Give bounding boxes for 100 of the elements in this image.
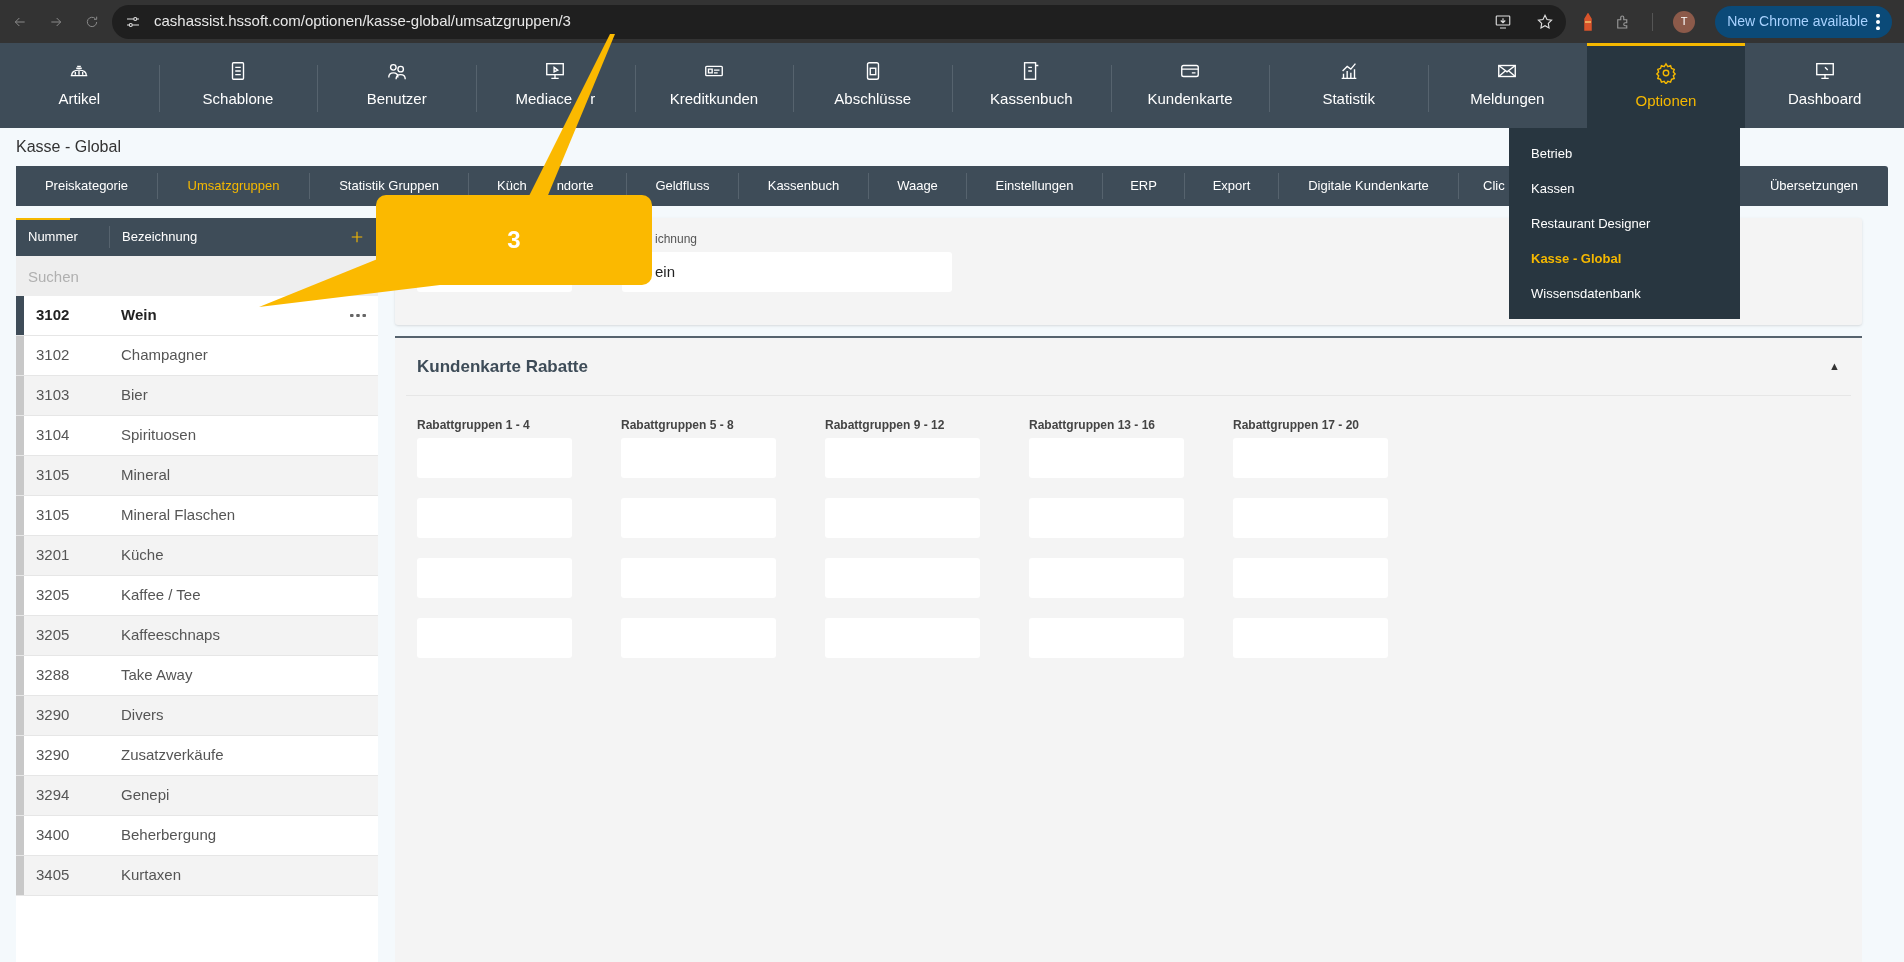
nav-label: Abschlüsse: [834, 89, 911, 110]
list-row[interactable]: 3290 Zusatzverkäufe: [16, 736, 378, 776]
nav-label: Kassenbuch: [990, 89, 1073, 110]
update-button[interactable]: New Chrome available: [1715, 5, 1892, 38]
group-label: Rabattgruppen 17 - 20: [1233, 417, 1361, 434]
more-icon: [350, 314, 366, 317]
page-title: Kasse - Global: [16, 137, 121, 157]
sub-tab[interactable]: Umsatzgruppen: [187, 176, 280, 196]
sub-tab[interactable]: ERP: [1130, 176, 1157, 196]
number-cell-text: 3102: [35, 345, 71, 366]
nav-tab[interactable]: Meldungen: [1428, 43, 1587, 128]
name-cell-text: Bier: [120, 385, 149, 406]
name-cell-text: Mineral Flaschen: [120, 505, 237, 526]
sub-tab[interactable]: Preiskategorie: [44, 176, 129, 196]
menu-item[interactable]: Kassen: [1509, 171, 1740, 206]
section-title: Kundenkarte Rabatte: [417, 355, 588, 378]
sub-tab[interactable]: Kassenbuch: [767, 176, 840, 196]
nav-tab[interactable]: Optionen: [1586, 43, 1746, 128]
list-row[interactable]: 3102 Wein: [16, 296, 378, 336]
sub-tab[interactable]: Übersetzungen: [1769, 176, 1859, 196]
nav-label: Mediace: [515, 89, 573, 110]
number-cell-text: 3103: [35, 385, 71, 406]
list-row[interactable]: 3201 Küche: [16, 536, 378, 576]
url-text[interactable]: cashassist.hssoft.com/optionen/kasse-global/umsatzgruppen/3: [154, 10, 571, 33]
install-icon: [1494, 12, 1513, 31]
nav-tab[interactable]: Kassenbuch: [952, 43, 1111, 128]
name-cell-text: Mineral: [120, 465, 172, 486]
input-field[interactable]: ein: [622, 252, 952, 292]
number-cell-text: 3288: [35, 665, 71, 686]
sub-tab[interactable]: Waage: [897, 176, 938, 196]
nav-tab[interactable]: Statistik: [1269, 43, 1428, 128]
nav-label: Dashboard: [1787, 89, 1862, 110]
nav-tab[interactable]: Mediace r: [476, 43, 635, 128]
list-row[interactable]: 3400 Beherbergung: [16, 816, 378, 856]
column-header[interactable]: Bezeichnung: [110, 227, 348, 247]
sub-tab[interactable]: Clic: [1483, 176, 1505, 196]
number-cell-text: 3294: [35, 785, 71, 806]
list-row[interactable]: 3205 Kaffeeschnaps: [16, 616, 378, 656]
group-label: Rabattgruppen 5 - 8: [621, 417, 735, 434]
nav-tab[interactable]: Abschlüsse: [793, 43, 952, 128]
list-row[interactable]: 3103 Bier: [16, 376, 378, 416]
number-cell-text: 3104: [35, 425, 71, 446]
sub-tab[interactable]: Digitale Kundenkarte: [1308, 176, 1429, 196]
menu-item[interactable]: Betrieb: [1509, 136, 1740, 171]
name-cell-text: Kurtaxen: [120, 865, 183, 886]
nav-tab[interactable]: Kreditkunden: [634, 43, 794, 128]
group-label: Rabattgruppen 1 - 4: [417, 417, 531, 434]
group-label: Rabattgruppen 13 - 16: [1029, 417, 1157, 434]
nav-tab[interactable]: Schablone: [158, 43, 318, 128]
name-cell-text: Champagner: [120, 345, 209, 366]
number-cell-text: 3205: [35, 585, 71, 606]
name-cell-text: Zusatzverkäufe: [120, 745, 225, 766]
list-row[interactable]: 3105 Mineral: [16, 456, 378, 496]
list-row[interactable]: 3105 Mineral Flaschen: [16, 496, 378, 536]
sub-tab[interactable]: ndorte: [556, 176, 594, 196]
sub-tab[interactable]: Einstellungen: [995, 176, 1074, 196]
lighthouse-icon: [1582, 12, 1595, 31]
nav-label: Optionen: [1635, 90, 1697, 111]
sub-tab[interactable]: Statistik Gruppen: [339, 176, 439, 196]
name-cell-text: Kaffeeschnaps: [120, 625, 221, 646]
list-row[interactable]: 3294 Genepi: [16, 776, 378, 816]
name-cell-text: Divers: [120, 705, 165, 726]
column-header[interactable]: Nummer: [16, 227, 109, 247]
list-row[interactable]: 3104 Spirituosen: [16, 416, 378, 456]
sub-tab[interactable]: Export: [1212, 176, 1251, 196]
menu-item[interactable]: Restaurant Designer: [1509, 206, 1740, 241]
sub-tab[interactable]: Küch: [497, 176, 527, 196]
sub-tab[interactable]: Geldfluss: [655, 176, 710, 196]
number-cell-text: 3105: [35, 465, 71, 486]
more-icon: [1876, 13, 1880, 30]
number-cell-text: 3102: [35, 305, 71, 326]
menu-item[interactable]: Wissensdatenbank: [1509, 276, 1740, 311]
name-cell-text: Wein: [120, 305, 158, 326]
list-row[interactable]: 3205 Kaffee / Tee: [16, 576, 378, 616]
field-label: ichnung: [654, 231, 699, 248]
name-cell-text: Beherbergung: [120, 825, 218, 846]
nav-label: Kundenkarte: [1147, 89, 1233, 110]
number-cell-text: 3205: [35, 625, 71, 646]
name-cell-text: Genepi: [120, 785, 171, 806]
nav-label: Schablone: [202, 89, 274, 110]
nav-label: Benutzer: [366, 89, 427, 110]
nav-label: Kreditkunden: [669, 89, 759, 110]
list-row[interactable]: 3405 Kurtaxen: [16, 856, 378, 896]
nav-tab[interactable]: Dashboard: [1745, 43, 1904, 128]
list-row[interactable]: 3288 Take Away: [16, 656, 378, 696]
collapse-toggle[interactable]: ▲: [1829, 358, 1840, 375]
name-cell-text: Spirituosen: [120, 425, 198, 446]
star-icon: [1536, 12, 1555, 31]
nav-tab[interactable]: Benutzer: [317, 43, 476, 128]
list-row[interactable]: 3290 Divers: [16, 696, 378, 736]
name-cell-text: Take Away: [120, 665, 194, 686]
number-cell-text: 3290: [35, 705, 71, 726]
list-row[interactable]: 3102 Champagner: [16, 336, 378, 376]
number-cell-text: 3201: [35, 545, 71, 566]
nav-tab[interactable]: Artikel: [0, 43, 159, 128]
nav-tab[interactable]: Kundenkarte: [1110, 43, 1270, 128]
profile-avatar[interactable]: T: [1673, 10, 1696, 33]
menu-item[interactable]: Kasse - Global: [1509, 241, 1740, 276]
nav-label: Statistik: [1322, 89, 1375, 110]
nav-label: Meldungen: [1470, 89, 1545, 110]
